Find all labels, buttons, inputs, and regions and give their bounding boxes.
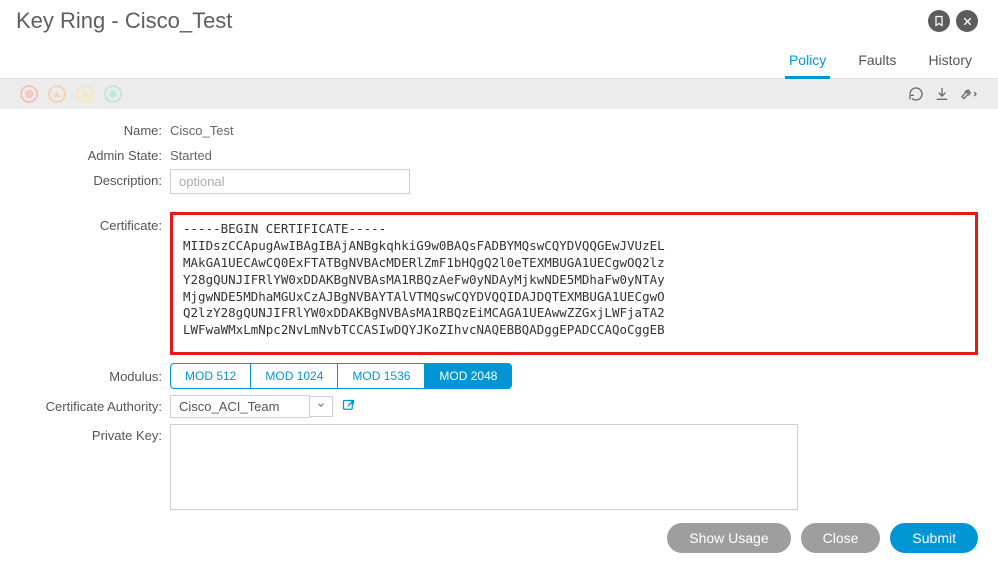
description-input[interactable] bbox=[170, 169, 410, 194]
tools-icon[interactable] bbox=[960, 86, 978, 102]
tab-history[interactable]: History bbox=[926, 48, 974, 78]
cert-authority-select[interactable]: Cisco_ACI_Team bbox=[170, 395, 310, 418]
name-label: Name: bbox=[20, 119, 170, 138]
certificate-highlight-box bbox=[170, 212, 978, 355]
modulus-group: MOD 512 MOD 1024 MOD 1536 MOD 2048 bbox=[170, 363, 512, 389]
modulus-option-512[interactable]: MOD 512 bbox=[170, 363, 251, 389]
cert-authority-label: Certificate Authority: bbox=[20, 399, 170, 414]
page-title: Key Ring - Cisco_Test bbox=[16, 8, 232, 34]
download-icon[interactable] bbox=[934, 86, 950, 102]
bookmark-icon[interactable] bbox=[928, 10, 950, 32]
description-label: Description: bbox=[20, 169, 170, 188]
tab-policy[interactable]: Policy bbox=[787, 48, 828, 78]
name-value: Cisco_Test bbox=[170, 119, 234, 138]
refresh-icon[interactable] bbox=[908, 86, 924, 102]
modulus-option-1536[interactable]: MOD 1536 bbox=[337, 363, 425, 389]
tab-faults[interactable]: Faults bbox=[856, 48, 898, 78]
close-icon[interactable] bbox=[956, 10, 978, 32]
fault-major-icon[interactable] bbox=[48, 85, 66, 103]
modulus-option-1024[interactable]: MOD 1024 bbox=[250, 363, 338, 389]
show-usage-button[interactable]: Show Usage bbox=[667, 523, 790, 553]
private-key-textarea[interactable] bbox=[170, 424, 798, 510]
private-key-label: Private Key: bbox=[20, 424, 170, 443]
close-button[interactable]: Close bbox=[801, 523, 881, 553]
open-link-icon[interactable] bbox=[341, 398, 356, 416]
admin-state-value: Started bbox=[170, 144, 212, 163]
modulus-option-2048[interactable]: MOD 2048 bbox=[424, 363, 512, 389]
certificate-label: Certificate: bbox=[20, 212, 170, 233]
fault-minor-icon[interactable] bbox=[76, 85, 94, 103]
tab-row: Policy Faults History bbox=[0, 42, 998, 79]
submit-button[interactable]: Submit bbox=[890, 523, 978, 553]
chevron-down-icon[interactable] bbox=[310, 396, 333, 417]
toolbar bbox=[0, 79, 998, 109]
fault-warning-icon[interactable] bbox=[104, 85, 122, 103]
modulus-label: Modulus: bbox=[20, 369, 170, 384]
admin-state-label: Admin State: bbox=[20, 144, 170, 163]
certificate-textarea[interactable] bbox=[183, 221, 965, 341]
fault-critical-icon[interactable] bbox=[20, 85, 38, 103]
